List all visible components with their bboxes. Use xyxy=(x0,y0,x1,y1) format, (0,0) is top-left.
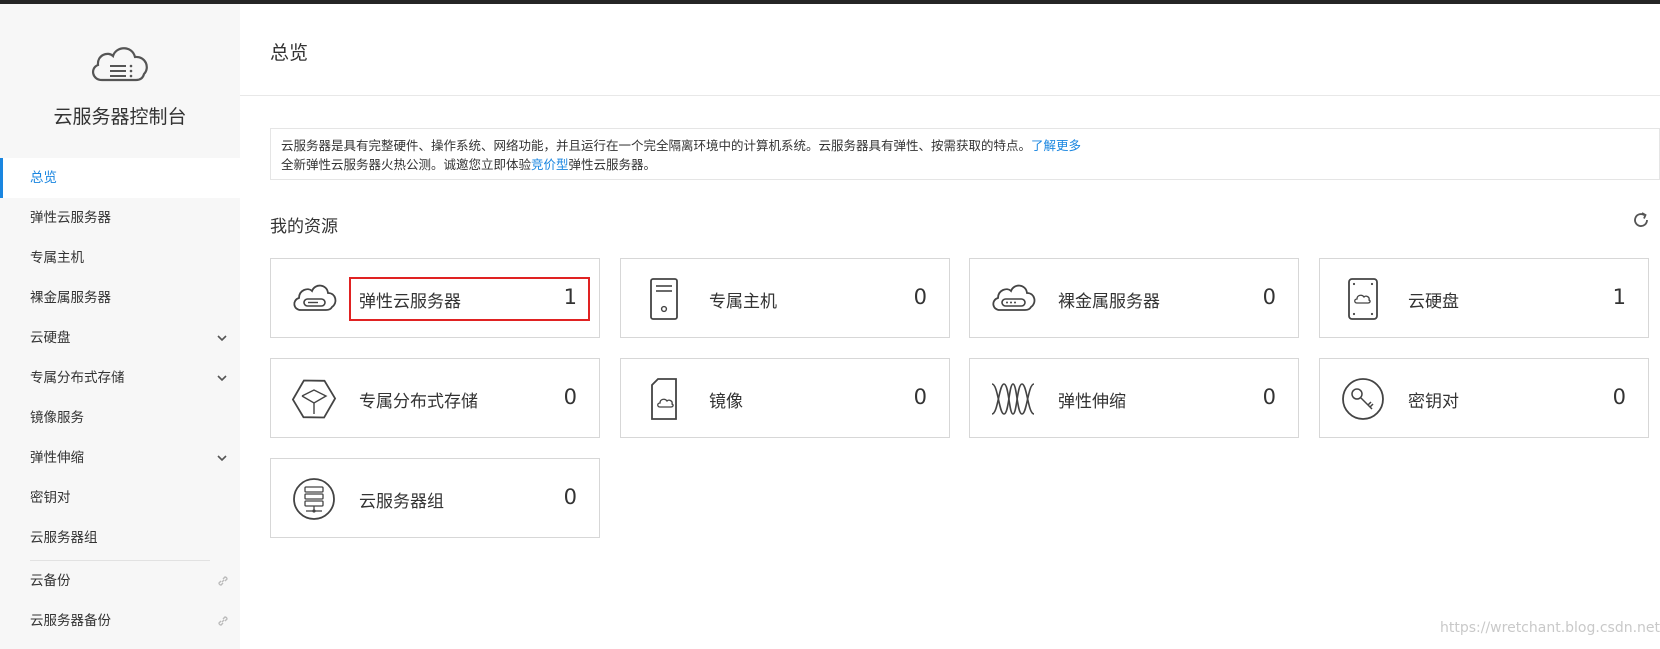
sidebar-item-auto-scaling[interactable]: 弹性伸缩 xyxy=(0,438,240,478)
resource-card-cloud-disk[interactable]: 云硬盘 1 xyxy=(1319,258,1649,338)
sidebar-item-label: 镜像服务 xyxy=(30,410,84,426)
resource-card-image[interactable]: 镜像 0 xyxy=(620,358,950,438)
sidebar-item-label: 弹性伸缩 xyxy=(30,450,84,466)
card-count: 0 xyxy=(563,385,577,409)
sidebar-item-label: 总览 xyxy=(30,170,57,186)
auto-scaling-icon xyxy=(991,383,1035,415)
sidebar: 云服务器控制台 总览 弹性云服务器 专属主机 裸金属服务器 云硬盘 专属分布式存… xyxy=(0,4,240,649)
chevron-down-icon xyxy=(217,335,227,342)
server-group-icon xyxy=(293,478,335,520)
card-name: 弹性伸缩 xyxy=(1058,392,1126,412)
cloud-server-icon xyxy=(92,47,148,82)
sidebar-item-label: 裸金属服务器 xyxy=(30,290,111,306)
console-title: 云服务器控制台 xyxy=(53,106,187,128)
notice-text: 云服务器是具有完整硬件、操作系统、网络功能，并且运行在一个完全隔离环境中的计算机… xyxy=(281,138,1032,153)
card-name: 密钥对 xyxy=(1408,392,1459,412)
sidebar-item-dedicated-host[interactable]: 专属主机 xyxy=(0,238,240,278)
spot-instance-link[interactable]: 竞价型 xyxy=(531,157,569,172)
chevron-down-icon xyxy=(217,375,227,382)
sidebar-item-cloud-backup[interactable]: 云备份 xyxy=(0,561,240,601)
card-count: 0 xyxy=(1262,285,1276,309)
sidebar-item-label: 云硬盘 xyxy=(30,330,71,346)
watermark: https://wretchant.blog.csdn.net xyxy=(1440,620,1660,636)
card-count: 0 xyxy=(913,385,927,409)
notice-line-2: 全新弹性云服务器火热公测。诚邀您立即体验竞价型弹性云服务器。 xyxy=(281,155,1649,174)
sidebar-item-label: 专属分布式存储 xyxy=(30,370,125,386)
card-count: 0 xyxy=(1612,385,1626,409)
resource-card-ecs[interactable]: 弹性云服务器 1 xyxy=(270,258,600,338)
sidebar-item-server-group[interactable]: 云服务器组 xyxy=(0,518,240,558)
sidebar-item-label: 密钥对 xyxy=(30,490,71,506)
card-name: 镜像 xyxy=(709,392,743,412)
card-count: 1 xyxy=(1612,285,1626,309)
cloud-disk-icon xyxy=(1348,278,1378,320)
sidebar-item-label: 云服务器备份 xyxy=(30,613,111,629)
sidebar-nav: 总览 弹性云服务器 专属主机 裸金属服务器 云硬盘 专属分布式存储 镜像服务 弹… xyxy=(0,158,240,641)
page-header: 总览 xyxy=(240,4,1660,96)
resource-card-distributed-storage[interactable]: 专属分布式存储 0 xyxy=(270,358,600,438)
resource-card-key-pair[interactable]: 密钥对 0 xyxy=(1319,358,1649,438)
notice-text: 弹性云服务器。 xyxy=(568,157,657,172)
ecs-cloud-icon xyxy=(293,284,337,311)
distributed-storage-icon xyxy=(291,379,337,419)
card-count: 0 xyxy=(563,485,577,509)
card-count: 0 xyxy=(1262,385,1276,409)
info-notice: 云服务器是具有完整硬件、操作系统、网络功能，并且运行在一个完全隔离环境中的计算机… xyxy=(270,128,1660,180)
external-link-icon xyxy=(218,616,228,626)
brand: 云服务器控制台 xyxy=(0,4,240,158)
sidebar-item-ecs[interactable]: 弹性云服务器 xyxy=(0,198,240,238)
sidebar-item-distributed-storage[interactable]: 专属分布式存储 xyxy=(0,358,240,398)
dedicated-host-icon xyxy=(650,278,678,320)
resource-card-auto-scaling[interactable]: 弹性伸缩 0 xyxy=(969,358,1299,438)
card-name: 云硬盘 xyxy=(1408,292,1459,312)
sidebar-item-cloud-disk[interactable]: 云硬盘 xyxy=(0,318,240,358)
sidebar-item-overview[interactable]: 总览 xyxy=(0,158,240,198)
bare-metal-icon xyxy=(992,284,1036,311)
sidebar-item-label: 弹性云服务器 xyxy=(30,210,111,226)
card-count: 0 xyxy=(913,285,927,309)
page-title: 总览 xyxy=(270,42,309,64)
notice-line-1: 云服务器是具有完整硬件、操作系统、网络功能，并且运行在一个完全隔离环境中的计算机… xyxy=(281,136,1649,155)
sidebar-item-bare-metal[interactable]: 裸金属服务器 xyxy=(0,278,240,318)
sidebar-item-label: 专属主机 xyxy=(30,250,84,266)
resource-card-bare-metal[interactable]: 裸金属服务器 0 xyxy=(969,258,1299,338)
sidebar-item-server-backup[interactable]: 云服务器备份 xyxy=(0,601,240,641)
key-pair-icon xyxy=(1342,378,1384,420)
sidebar-item-label: 云服务器组 xyxy=(30,530,98,546)
sidebar-item-label: 云备份 xyxy=(30,573,71,589)
card-name: 专属分布式存储 xyxy=(359,392,478,412)
learn-more-link[interactable]: 了解更多 xyxy=(1031,138,1081,153)
main-content: 总览 云服务器是具有完整硬件、操作系统、网络功能，并且运行在一个完全隔离环境中的… xyxy=(240,4,1660,649)
highlight-box xyxy=(349,277,590,321)
card-name: 裸金属服务器 xyxy=(1058,292,1160,312)
notice-text: 全新弹性云服务器火热公测。诚邀您立即体验 xyxy=(281,157,532,172)
sidebar-item-key-pair[interactable]: 密钥对 xyxy=(0,478,240,518)
refresh-icon[interactable] xyxy=(1631,210,1651,230)
external-link-icon xyxy=(218,576,228,586)
chevron-down-icon xyxy=(217,455,227,462)
sidebar-item-image-service[interactable]: 镜像服务 xyxy=(0,398,240,438)
image-icon xyxy=(651,378,677,420)
card-name: 云服务器组 xyxy=(359,492,444,512)
card-name: 专属主机 xyxy=(709,292,777,312)
resources-title: 我的资源 xyxy=(270,217,338,237)
resource-card-dedicated-host[interactable]: 专属主机 0 xyxy=(620,258,950,338)
resource-card-server-group[interactable]: 云服务器组 0 xyxy=(270,458,600,538)
